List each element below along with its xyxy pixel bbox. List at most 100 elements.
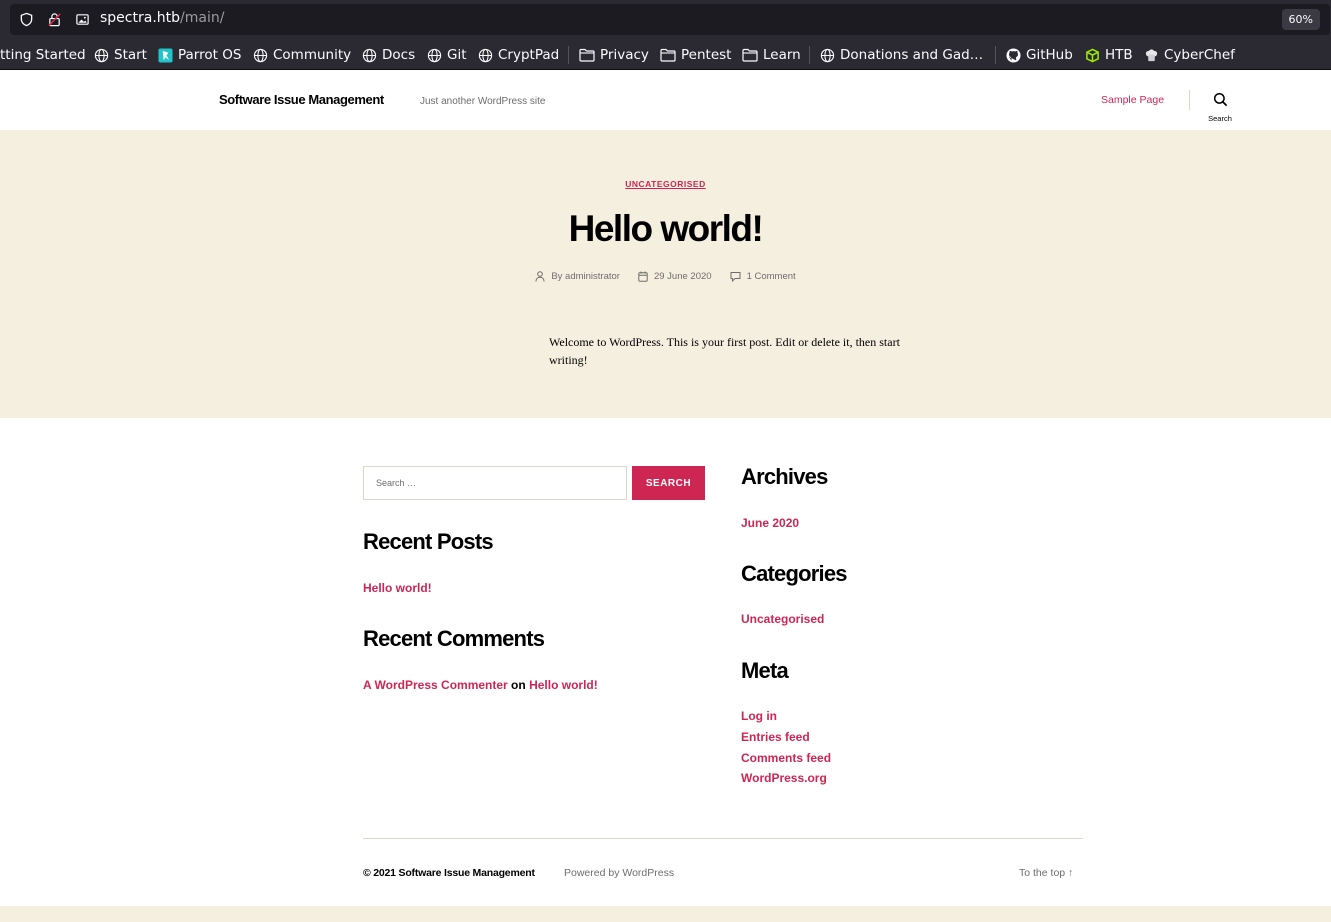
categories-title: Categories <box>741 561 848 586</box>
recent-post-link[interactable]: Hello world! <box>363 581 432 595</box>
bookmark-separator <box>568 46 569 64</box>
recent-comments-title: Recent Comments <box>363 626 545 651</box>
bookmark-parrot-os[interactable]: Parrot OS <box>158 46 241 64</box>
post-header: UNCATEGORISED Hello world! By administra… <box>0 130 1331 418</box>
bookmark-label: Community <box>273 47 352 63</box>
date-link[interactable]: 29 June 2020 <box>654 271 712 282</box>
footer-widgets: SEARCH Recent Posts Hello world! Recent … <box>0 418 1331 908</box>
category-link[interactable]: UNCATEGORISED <box>625 179 706 189</box>
footer-copyright: © 2021 Software Issue Management <box>363 867 535 879</box>
url-text[interactable]: spectra.htb/main/ <box>100 10 224 26</box>
post-author: By administrator <box>535 271 620 282</box>
bookmark-git[interactable]: Git <box>427 46 467 64</box>
category-link[interactable]: Uncategorised <box>741 612 824 626</box>
bookmark-label: Docs <box>382 47 416 63</box>
archives-title: Archives <box>741 464 828 489</box>
bookmark-label: Start <box>114 47 147 63</box>
bookmark-github[interactable]: GitHub <box>1006 46 1073 64</box>
bookmark-separator <box>809 46 810 64</box>
comment-post-link[interactable]: Hello world! <box>529 678 598 692</box>
folder-icon <box>660 48 676 62</box>
copyright-year: © 2021 <box>363 867 396 879</box>
globe-icon <box>253 48 268 62</box>
bookmark-htb[interactable]: HTB <box>1085 46 1133 64</box>
bookmark-start[interactable]: Start <box>94 46 147 64</box>
comment-icon <box>730 272 741 282</box>
recent-comment-item: A WordPress Commenter on Hello world! <box>363 678 598 692</box>
author-prefix: By <box>551 271 566 282</box>
bookmark-docs[interactable]: Docs <box>362 46 415 64</box>
shield-icon[interactable] <box>19 12 34 27</box>
bookmark-community[interactable]: Community <box>253 46 351 64</box>
search-input[interactable] <box>364 467 626 499</box>
globe-icon <box>478 48 493 62</box>
globe-icon <box>427 48 442 62</box>
header-divider <box>1189 90 1190 110</box>
chef-icon <box>1145 48 1158 61</box>
htb-cube-icon <box>1086 48 1099 62</box>
footer-divider <box>363 838 1083 839</box>
post-meta: By administrator 29 June 2020 1 Comment <box>0 271 1331 282</box>
bookmark-label: GitHub <box>1026 47 1073 63</box>
search-toggle-button[interactable]: Search <box>1203 92 1237 124</box>
bookmark-label: Git <box>447 47 467 63</box>
bookmark-label: Donations and Gad… <box>840 47 984 63</box>
author-link[interactable]: administrator <box>565 271 620 282</box>
bookmark-label: Parrot OS <box>178 47 242 63</box>
bookmark-folder-privacy[interactable]: Privacy <box>579 46 649 64</box>
post-category: UNCATEGORISED <box>0 179 1331 189</box>
image-icon[interactable] <box>75 12 90 27</box>
address-bar[interactable]: spectra.htb/main/ 60% <box>10 4 1330 35</box>
meta-comments-feed-link[interactable]: Comments feed <box>741 751 831 765</box>
url-path: /main/ <box>180 10 225 26</box>
github-icon <box>1006 47 1021 63</box>
meta-entries-feed-link[interactable]: Entries feed <box>741 730 810 744</box>
search-submit-button[interactable]: SEARCH <box>632 466 705 500</box>
bookmark-cryptpad[interactable]: CryptPad <box>478 46 559 64</box>
bookmark-label: HTB <box>1105 47 1133 63</box>
search-form <box>363 466 627 500</box>
post-date: 29 June 2020 <box>638 271 712 282</box>
archive-link[interactable]: June 2020 <box>741 516 799 530</box>
calendar-icon <box>638 271 648 282</box>
globe-icon <box>94 48 109 62</box>
zoom-level-button[interactable]: 60% <box>1281 9 1320 30</box>
search-icon <box>1213 92 1227 107</box>
post-title: Hello world! <box>568 208 764 249</box>
bookmark-folder-pentest[interactable]: Pentest <box>660 46 731 64</box>
copyright-site-link[interactable]: Software Issue Management <box>399 867 535 879</box>
comment-on-text: on <box>511 678 526 692</box>
parrot-icon <box>158 47 173 63</box>
browser-toolbar: spectra.htb/main/ 60% <box>0 0 1331 38</box>
meta-title: Meta <box>741 658 789 683</box>
bookmark-donations[interactable]: Donations and Gad… <box>820 46 983 64</box>
nav-sample-page-link[interactable]: Sample Page <box>1101 94 1164 106</box>
to-the-top-link[interactable]: To the top ↑ <box>1019 867 1073 879</box>
bookmark-separator <box>995 46 996 64</box>
site-title-link[interactable]: Software Issue Management <box>219 92 384 107</box>
globe-icon <box>362 48 377 62</box>
comment-author-link[interactable]: A WordPress Commenter <box>363 678 508 692</box>
bookmark-folder-learn[interactable]: Learn <box>742 46 801 64</box>
user-icon <box>535 271 545 282</box>
lock-broken-icon[interactable] <box>47 12 62 27</box>
bookmark-label: Privacy <box>600 47 649 63</box>
folder-icon <box>742 48 758 62</box>
url-host: spectra.htb <box>100 10 181 26</box>
bookmark-getting-started[interactable]: tting Started <box>0 46 86 64</box>
powered-by-link[interactable]: Powered by WordPress <box>564 867 674 879</box>
bookmark-label: tting Started <box>0 47 86 63</box>
meta-wordpress-org-link[interactable]: WordPress.org <box>741 771 827 785</box>
bookmark-label: CyberChef <box>1164 47 1235 63</box>
bookmark-cyberchef[interactable]: CyberChef <box>1144 46 1235 64</box>
meta-login-link[interactable]: Log in <box>741 709 777 723</box>
comments-link[interactable]: 1 Comment <box>747 271 796 282</box>
search-toggle-label: Search <box>1208 114 1232 123</box>
footer-band <box>0 906 1331 922</box>
bookmark-label: CryptPad <box>498 47 560 63</box>
folder-icon <box>579 48 595 62</box>
bookmark-label: Pentest <box>681 47 732 63</box>
site-header: Software Issue Management Just another W… <box>0 70 1331 130</box>
post-content: Welcome to WordPress. This is your first… <box>549 335 900 367</box>
bookmark-label: Learn <box>763 47 801 63</box>
